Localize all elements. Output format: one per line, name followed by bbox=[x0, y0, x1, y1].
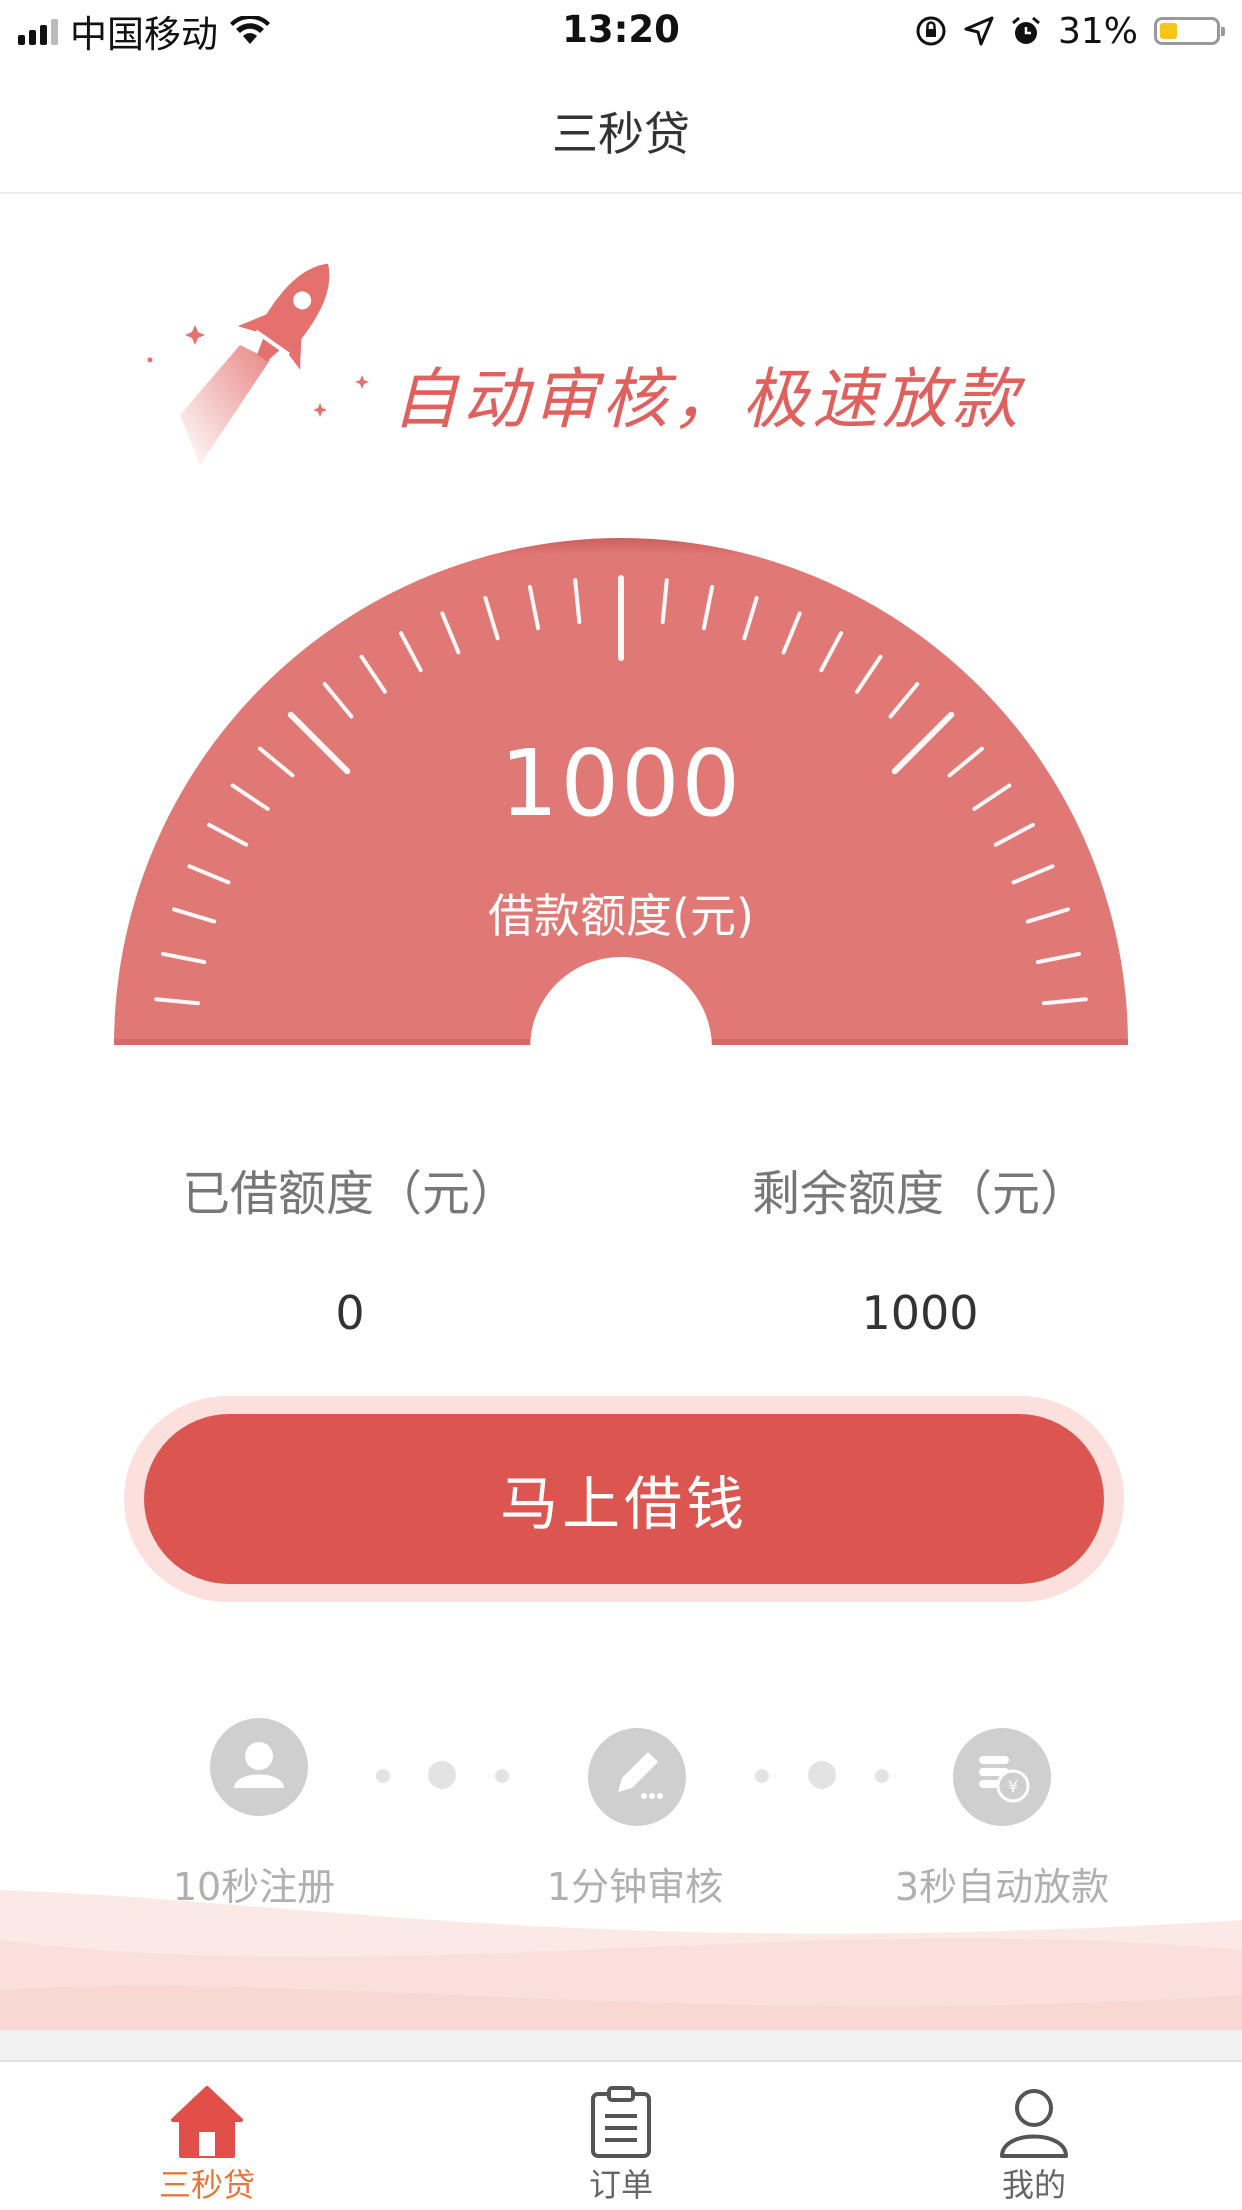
alarm-icon bbox=[1012, 16, 1040, 44]
tab-orders[interactable]: 订单 bbox=[521, 2062, 721, 2210]
rocket-icon bbox=[147, 263, 369, 465]
slogan-banner: 自动审核，极速放款 bbox=[0, 250, 1242, 480]
borrow-button-halo: 马上借钱 bbox=[124, 1396, 1124, 1602]
location-arrow-icon bbox=[964, 16, 994, 46]
page-title: 三秒贷 bbox=[552, 107, 690, 161]
svg-text:¥: ¥ bbox=[1008, 1777, 1018, 1796]
tab-mine-label: 我的 bbox=[1001, 2166, 1066, 2204]
clipboard-icon bbox=[591, 2086, 651, 2158]
nav-bar: 三秒贷 bbox=[0, 62, 1242, 194]
status-right: 31% bbox=[914, 8, 1225, 54]
borrowed-label: 已借额度（元） bbox=[181, 1166, 518, 1222]
borrow-now-button[interactable]: 马上借钱 bbox=[144, 1414, 1104, 1584]
content-bottom-strip bbox=[0, 2030, 1242, 2060]
orientation-lock-icon bbox=[916, 16, 946, 46]
slogan-text: 自动审核，极速放款 bbox=[392, 361, 1022, 438]
pencil-icon bbox=[618, 1752, 663, 1799]
step-dot bbox=[808, 1761, 836, 1789]
person-icon bbox=[1000, 2089, 1068, 2158]
tab-orders-label: 订单 bbox=[588, 2166, 653, 2204]
tab-home-label: 三秒贷 bbox=[158, 2166, 255, 2204]
tab-home[interactable]: 三秒贷 bbox=[107, 2062, 307, 2210]
status-bar: 中国移动 13:20 31% bbox=[0, 0, 1242, 62]
remaining-stat: 剩余额度（元） 1000 bbox=[640, 1154, 1200, 1340]
tab-mine[interactable]: 我的 bbox=[934, 2062, 1134, 2210]
coins-icon: ¥ bbox=[979, 1756, 1030, 1803]
background-wave bbox=[0, 1890, 1242, 2030]
review-step-icon bbox=[588, 1728, 686, 1826]
register-step-icon bbox=[210, 1718, 308, 1816]
home-icon bbox=[171, 2086, 243, 2158]
battery-fill bbox=[1160, 23, 1177, 39]
step-dot bbox=[428, 1761, 456, 1789]
payout-step-icon: ¥ bbox=[953, 1728, 1051, 1826]
tab-bar: 三秒贷 订单 我的 bbox=[0, 2060, 1242, 2210]
step-dot bbox=[495, 1769, 509, 1783]
battery-percent: 31% bbox=[1057, 10, 1138, 52]
step-dot bbox=[755, 1769, 769, 1783]
step-dot bbox=[376, 1769, 390, 1783]
borrowed-stat: 已借额度（元） 0 bbox=[70, 1154, 630, 1340]
gauge-label: 借款额度(元) bbox=[488, 889, 754, 943]
borrowed-value: 0 bbox=[335, 1286, 365, 1340]
remaining-value: 1000 bbox=[861, 1286, 979, 1340]
step-dot bbox=[875, 1769, 889, 1783]
gauge-amount: 1000 bbox=[499, 730, 743, 837]
battery-icon bbox=[1154, 17, 1225, 45]
user-icon bbox=[234, 1742, 284, 1788]
remaining-label: 剩余额度（元） bbox=[751, 1166, 1088, 1222]
